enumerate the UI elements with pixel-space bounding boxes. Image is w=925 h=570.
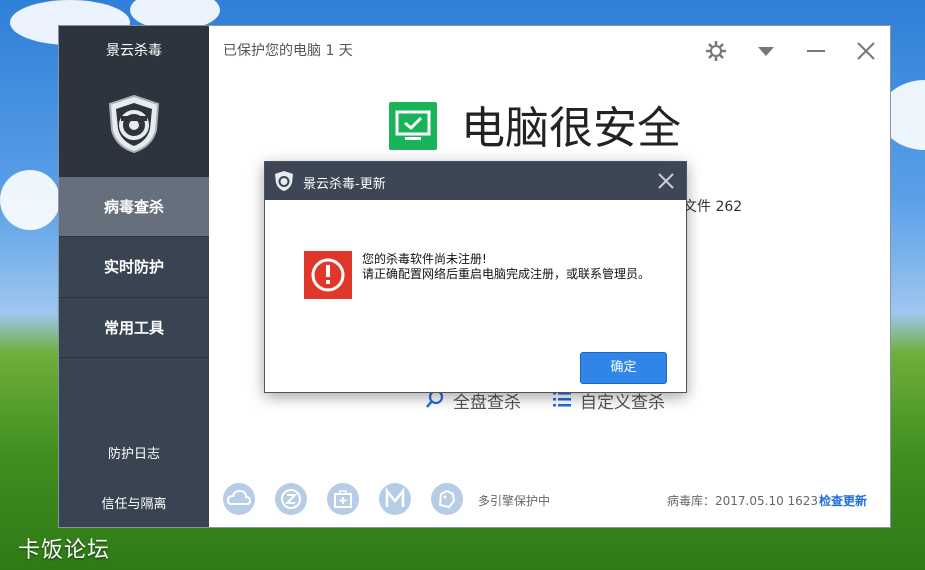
cloud <box>0 170 60 230</box>
sidebar-item-realtime-protection[interactable]: 实时防护 <box>59 236 209 297</box>
dialog-message-line2: 请正确配置网络后重启电脑完成注册，或联系管理员。 <box>362 267 651 281</box>
watermark-text: 卡饭论坛 <box>18 538 111 563</box>
shield-logo-icon <box>108 94 160 154</box>
z-engine-icon[interactable] <box>275 483 307 515</box>
dialog-message-line1: 您的杀毒软件尚未注册! <box>362 252 487 266</box>
medkit-engine-icon[interactable] <box>327 483 359 515</box>
m-engine-icon[interactable] <box>379 483 411 515</box>
brand-title: 景云杀毒 <box>106 43 162 59</box>
virus-db-version: 病毒库：2017.05.10 1623 <box>667 494 819 508</box>
sidebar-item-virus-scan[interactable]: 病毒查杀 <box>59 176 209 237</box>
minimize-icon[interactable] <box>803 38 829 64</box>
close-icon[interactable] <box>655 170 677 192</box>
sidebar-item-common-tools[interactable]: 常用工具 <box>59 297 209 358</box>
dialog-message: 您的杀毒软件尚未注册! 请正确配置网络后重启电脑完成注册，或联系管理员。 <box>362 252 662 282</box>
cloud-engine-icon[interactable] <box>223 483 255 515</box>
custom-scan-label: 自定义查杀 <box>580 393 665 413</box>
engines-status-text: 多引擎保护中 <box>478 494 551 508</box>
dialog-header: 景云杀毒-更新 <box>265 162 686 200</box>
shield-logo-icon <box>275 171 293 191</box>
menu-dropdown-icon[interactable] <box>753 38 779 64</box>
full-scan-label: 全盘查杀 <box>453 393 521 413</box>
settings-gear-icon[interactable] <box>703 38 729 64</box>
scan-summary-text: 文件 262 <box>683 199 743 215</box>
error-icon <box>304 251 352 299</box>
sidebar-link-protection-log[interactable]: 防护日志 <box>59 443 209 462</box>
check-update-link[interactable]: 检查更新 <box>819 492 867 509</box>
status-heading: 电脑很安全 <box>461 103 681 154</box>
bear-engine-icon[interactable] <box>431 483 463 515</box>
dialog-title: 景云杀毒-更新 <box>303 177 386 192</box>
protection-days-text: 已保护您的电脑 1 天 <box>223 43 353 59</box>
sidebar-divider <box>59 357 209 358</box>
update-dialog: 景云杀毒-更新 您的杀毒软件尚未注册! 请正确配置网络后重启电脑完成注册，或联系… <box>264 161 687 393</box>
ok-button[interactable]: 确定 <box>580 352 667 384</box>
safe-monitor-icon <box>389 102 437 150</box>
brand-area: 景云杀毒 <box>59 26 209 176</box>
sidebar: 景云杀毒 病毒查杀 实时防护 常用工具 防护日志 信任与隔离 <box>59 26 209 527</box>
sidebar-link-trust-quarantine[interactable]: 信任与隔离 <box>59 493 209 512</box>
close-icon[interactable] <box>853 38 879 64</box>
